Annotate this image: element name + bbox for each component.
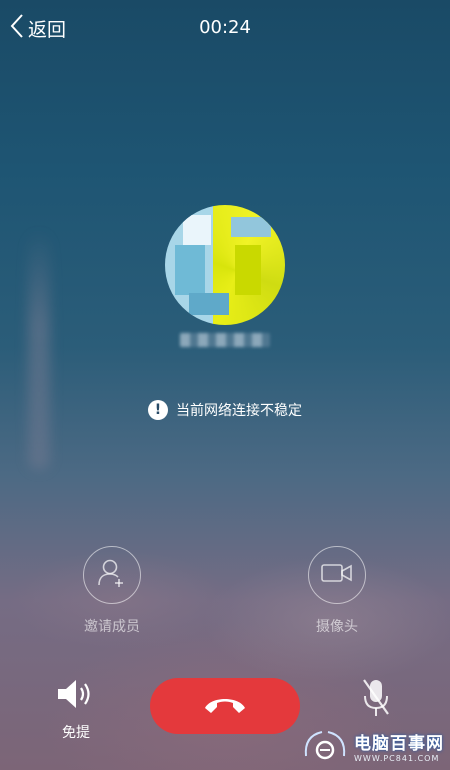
call-timer: 00:24 [199, 17, 251, 38]
alert-icon: ! [148, 400, 168, 420]
avatar [165, 205, 285, 325]
invite-members-button[interactable]: 邀请成员 [62, 546, 162, 636]
invite-members-label: 邀请成员 [84, 619, 140, 635]
camera-label: 摄像头 [316, 619, 358, 635]
site-watermark: 电脑百事网 WWW.PC841.COM [302, 728, 444, 764]
contact-name-obscured [180, 333, 270, 347]
network-warning: ! 当前网络连接不稳定 [0, 400, 450, 420]
mute-button[interactable] [336, 676, 416, 724]
phone-hangup-icon [201, 692, 249, 720]
top-bar: 返回 00:24 [0, 0, 450, 56]
watermark-url: WWW.PC841.COM [354, 754, 440, 763]
warning-text: 当前网络连接不稳定 [176, 403, 302, 419]
add-user-icon [95, 556, 129, 594]
camera-button[interactable]: 摄像头 [287, 546, 387, 636]
microphone-off-icon [358, 679, 394, 724]
hang-up-button[interactable] [150, 678, 300, 734]
speaker-label: 免提 [62, 725, 90, 741]
background-reed [28, 230, 50, 470]
watermark-title: 电脑百事网 [354, 734, 444, 754]
speaker-button[interactable]: 免提 [36, 676, 116, 742]
speaker-icon [54, 680, 98, 716]
watermark-logo-icon [302, 728, 348, 764]
video-camera-icon [320, 561, 354, 589]
